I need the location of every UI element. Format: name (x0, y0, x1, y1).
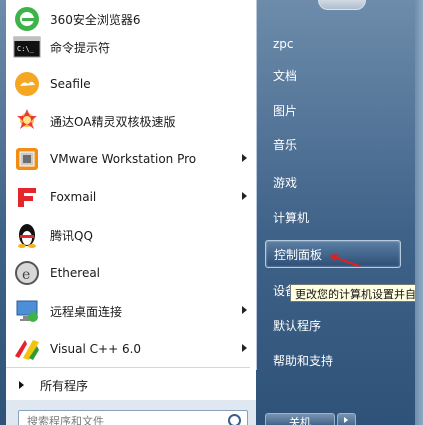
program-item-remote-desktop[interactable]: 远程桌面连接 (6, 292, 256, 330)
right-item-label: zpc (273, 37, 294, 51)
foxmail-icon (12, 182, 42, 212)
search-placeholder: 搜索程序和文件 (27, 415, 104, 425)
programs-pane: 360安全浏览器6 C:\_ 命令提示符 Seafile 通达OA精灵双核极速版 (6, 0, 257, 370)
program-item-vmware[interactable]: VMware Workstation Pro (6, 140, 256, 178)
right-item-help[interactable]: 帮助和支持 (265, 346, 401, 374)
search-input[interactable]: 搜索程序和文件 (18, 410, 248, 425)
right-item-label: 文档 (273, 68, 298, 83)
shutdown-label: 关机 (289, 416, 311, 425)
cmd-icon: C:\_ (12, 32, 42, 62)
all-programs-button[interactable]: 所有程序 (6, 370, 256, 400)
program-label: Foxmail (50, 190, 97, 204)
program-label: Ethereal (50, 266, 101, 280)
program-label: 命令提示符 (50, 40, 111, 55)
right-item-label: 图片 (273, 103, 298, 118)
window-edge (415, 0, 423, 425)
program-label: 远程桌面连接 (50, 304, 123, 319)
program-label: Seafile (50, 77, 91, 91)
visual-cpp-icon (12, 334, 42, 364)
program-item-seafile[interactable]: Seafile (6, 65, 256, 103)
tongda-oa-icon (12, 106, 42, 136)
program-item-visual-cpp[interactable]: Visual C++ 6.0 (6, 330, 256, 368)
right-item-label: 控制面板 (274, 247, 323, 262)
start-menu: 360安全浏览器6 C:\_ 命令提示符 Seafile 通达OA精灵双核极速版 (0, 0, 423, 425)
tooltip-text: 更改您的计算机设置并自 (295, 288, 416, 301)
right-item-default-programs[interactable]: 默认程序 (265, 311, 401, 339)
program-item-cmd[interactable]: C:\_ 命令提示符 (6, 28, 256, 66)
shutdown-button[interactable]: 关机 (265, 413, 335, 425)
right-item-games[interactable]: 游戏 (265, 168, 401, 196)
program-item-tongda-oa[interactable]: 通达OA精灵双核极速版 (6, 102, 256, 140)
right-item-label: 帮助和支持 (273, 353, 334, 368)
annotation-arrow-icon (329, 254, 360, 267)
right-item-label: 音乐 (273, 137, 298, 152)
program-label: 360安全浏览器6 (50, 12, 141, 27)
right-item-label: 计算机 (273, 210, 310, 225)
right-item-user[interactable]: zpc (265, 30, 401, 58)
submenu-arrow-icon (242, 306, 247, 314)
program-label: Visual C++ 6.0 (50, 342, 142, 356)
right-item-computer[interactable]: 计算机 (265, 203, 401, 231)
submenu-arrow-icon (242, 192, 247, 200)
all-programs-label: 所有程序 (40, 378, 89, 393)
program-label: 通达OA精灵双核极速版 (50, 114, 176, 129)
right-item-music[interactable]: 音乐 (265, 130, 401, 158)
svg-text:e: e (22, 267, 30, 283)
qq-icon (12, 220, 42, 250)
expand-arrow-icon (19, 381, 24, 389)
right-item-label: 默认程序 (273, 318, 322, 333)
submenu-arrow-icon (242, 344, 247, 352)
remote-desktop-icon (12, 296, 42, 326)
shutdown-options-button[interactable] (337, 413, 356, 425)
submenu-arrow-icon (242, 154, 247, 162)
svg-text:C:\_: C:\_ (17, 45, 35, 53)
avatar[interactable] (318, 0, 366, 10)
program-label: 腾讯QQ (50, 228, 93, 243)
search-icon (228, 414, 241, 425)
right-item-pictures[interactable]: 图片 (265, 96, 401, 124)
program-item-qq[interactable]: 腾讯QQ (6, 216, 256, 254)
ethereal-icon: e (12, 258, 42, 288)
program-item-foxmail[interactable]: Foxmail (6, 178, 256, 216)
program-item-ethereal[interactable]: e Ethereal (6, 254, 256, 292)
tooltip: 更改您的计算机设置并自 (290, 284, 423, 302)
seafile-icon (12, 69, 42, 99)
divider (6, 367, 250, 368)
right-item-label: 游戏 (273, 175, 298, 190)
right-item-documents[interactable]: 文档 (265, 61, 401, 89)
program-label: VMware Workstation Pro (50, 152, 197, 166)
vmware-icon (12, 144, 42, 174)
search-area: 搜索程序和文件 (6, 400, 256, 425)
